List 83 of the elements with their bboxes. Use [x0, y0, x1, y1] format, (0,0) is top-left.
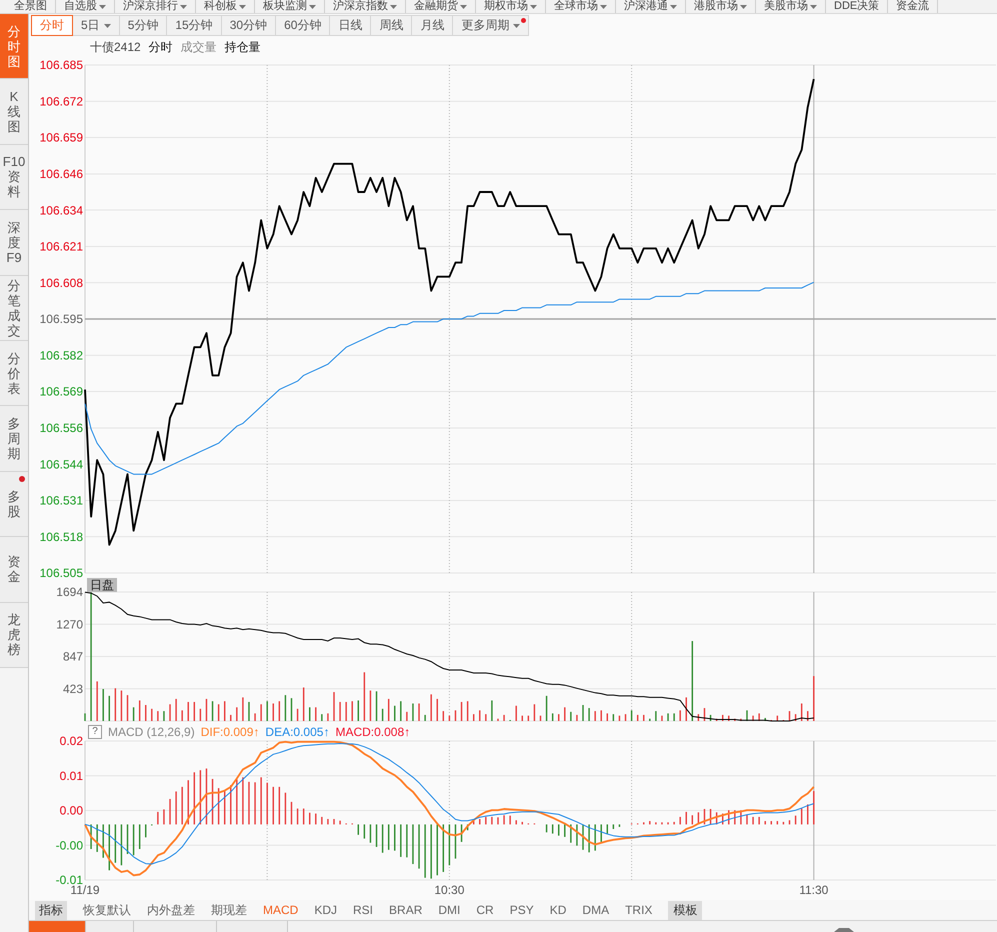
chart-toggle[interactable]: 成交量	[180, 39, 217, 56]
menu-item[interactable]: 全景图	[6, 0, 56, 13]
indicator-label: 指标	[35, 900, 67, 920]
y-axis-label: 106.544	[40, 457, 83, 472]
indicator-tab[interactable]: DMI	[438, 903, 460, 917]
y-axis-label: 106.556	[40, 421, 83, 436]
indicator-reading: DEA:0.005↑	[265, 725, 330, 739]
y-axis-label: 423	[62, 682, 83, 696]
sidebar-tab[interactable]: K线图	[0, 79, 28, 145]
sidebar-tab[interactable]: 龙虎榜	[0, 602, 28, 668]
help-button[interactable]: ?	[88, 725, 102, 739]
menu-item[interactable]: 金融期货	[406, 0, 476, 13]
y-axis-label: -0.00	[56, 838, 83, 852]
y-axis-label: 106.595	[40, 312, 83, 326]
indicator-title: MACD (12,26,9)	[108, 725, 195, 739]
y-axis-label: 106.531	[40, 494, 83, 508]
indicator-tab[interactable]: 内外盘差	[147, 902, 195, 918]
y-axis-label: 106.672	[40, 94, 83, 109]
period-tab[interactable]: 30分钟	[220, 15, 276, 36]
menu-item[interactable]: DDE决策	[826, 0, 888, 13]
y-axis-label: 847	[62, 650, 83, 664]
sidebar-tab[interactable]: 资金	[0, 537, 28, 603]
chart-toggle[interactable]: 分时	[148, 39, 173, 56]
y-axis-label: 0.01	[60, 768, 83, 783]
period-tab[interactable]: 5日	[72, 15, 120, 36]
sidebar-tab[interactable]: 多周期	[0, 406, 28, 472]
period-tab[interactable]: 日线	[329, 15, 372, 36]
x-axis-label: 10:30	[434, 883, 464, 897]
bottom-tab[interactable]	[29, 921, 86, 932]
indicator-tab[interactable]: DMA	[582, 903, 610, 917]
template-button[interactable]: 模板	[668, 900, 702, 920]
y-axis-label: 1270	[56, 618, 83, 632]
indicator-tab[interactable]: TRIX	[625, 903, 652, 917]
y-axis-label: 106.582	[40, 348, 83, 363]
indicator-tab[interactable]: BRAR	[389, 903, 422, 917]
y-axis-label: 106.634	[40, 203, 83, 218]
indicator-reading: MACD:0.008↑	[335, 725, 410, 739]
y-axis-label: 106.505	[40, 566, 83, 580]
contract-label: 十债2412	[90, 39, 141, 56]
menu-item[interactable]: 科创板	[196, 0, 255, 13]
period-tab[interactable]: 15分钟	[166, 15, 222, 36]
chart-toggle[interactable]: 持仓量	[224, 39, 261, 56]
sidebar-tab[interactable]: 深度F9	[0, 210, 28, 276]
indicator-reading: DIF:0.009↑	[200, 725, 260, 739]
sidebar-tab[interactable]: 分笔成交	[0, 276, 28, 341]
menu-item[interactable]: 板块监测	[255, 0, 325, 13]
period-tab[interactable]: 5分钟	[118, 15, 168, 36]
y-axis-label: 1694	[56, 585, 83, 600]
y-axis-label: 106.685	[40, 58, 83, 72]
handle-icon[interactable]	[834, 927, 854, 932]
period-tab[interactable]: 更多周期	[452, 15, 530, 36]
period-tab[interactable]: 月线	[411, 15, 454, 36]
period-tab[interactable]: 60分钟	[275, 15, 330, 36]
sidebar-tab[interactable]: 分价表	[0, 340, 28, 406]
y-axis-label: 0.00	[60, 804, 83, 818]
y-axis-label: 106.659	[40, 130, 83, 145]
session-tag: 日盘	[87, 578, 117, 592]
indicator-tab[interactable]: 恢复默认	[83, 902, 131, 918]
x-axis-label: 11:30	[799, 883, 828, 897]
bottom-tab[interactable]	[86, 921, 134, 932]
y-axis-label: 106.621	[40, 240, 83, 254]
bottom-tab[interactable]	[217, 921, 288, 932]
indicator-tab[interactable]: PSY	[510, 903, 534, 917]
menu-item[interactable]: 自选股	[56, 0, 115, 13]
y-axis-label: 0.02	[60, 734, 83, 748]
bottom-tab[interactable]	[134, 921, 217, 932]
indicator-tab[interactable]: KD	[550, 903, 566, 917]
y-axis-label: 106.608	[40, 276, 83, 290]
menu-item[interactable]: 港股市场	[686, 0, 756, 13]
menu-item[interactable]: 全球市场	[546, 0, 616, 13]
x-axis-label: 11/19	[70, 883, 100, 897]
indicator-tab[interactable]: KDJ	[314, 903, 338, 917]
menu-item[interactable]: 资金流	[888, 0, 938, 13]
sidebar-tab[interactable]: F10资料	[0, 144, 28, 210]
indicator-tab[interactable]: RSI	[353, 903, 374, 917]
y-axis-label: 106.518	[40, 530, 83, 544]
indicator-tab[interactable]: CR	[476, 903, 494, 917]
sidebar-tab[interactable]: 多股	[0, 472, 28, 538]
period-tab[interactable]: 周线	[370, 15, 412, 36]
menu-item[interactable]: 期权市场	[476, 0, 546, 13]
y-axis-label: 106.646	[40, 167, 83, 182]
y-axis-label: 106.569	[40, 384, 83, 399]
indicator-tab[interactable]: 期现差	[211, 902, 247, 918]
